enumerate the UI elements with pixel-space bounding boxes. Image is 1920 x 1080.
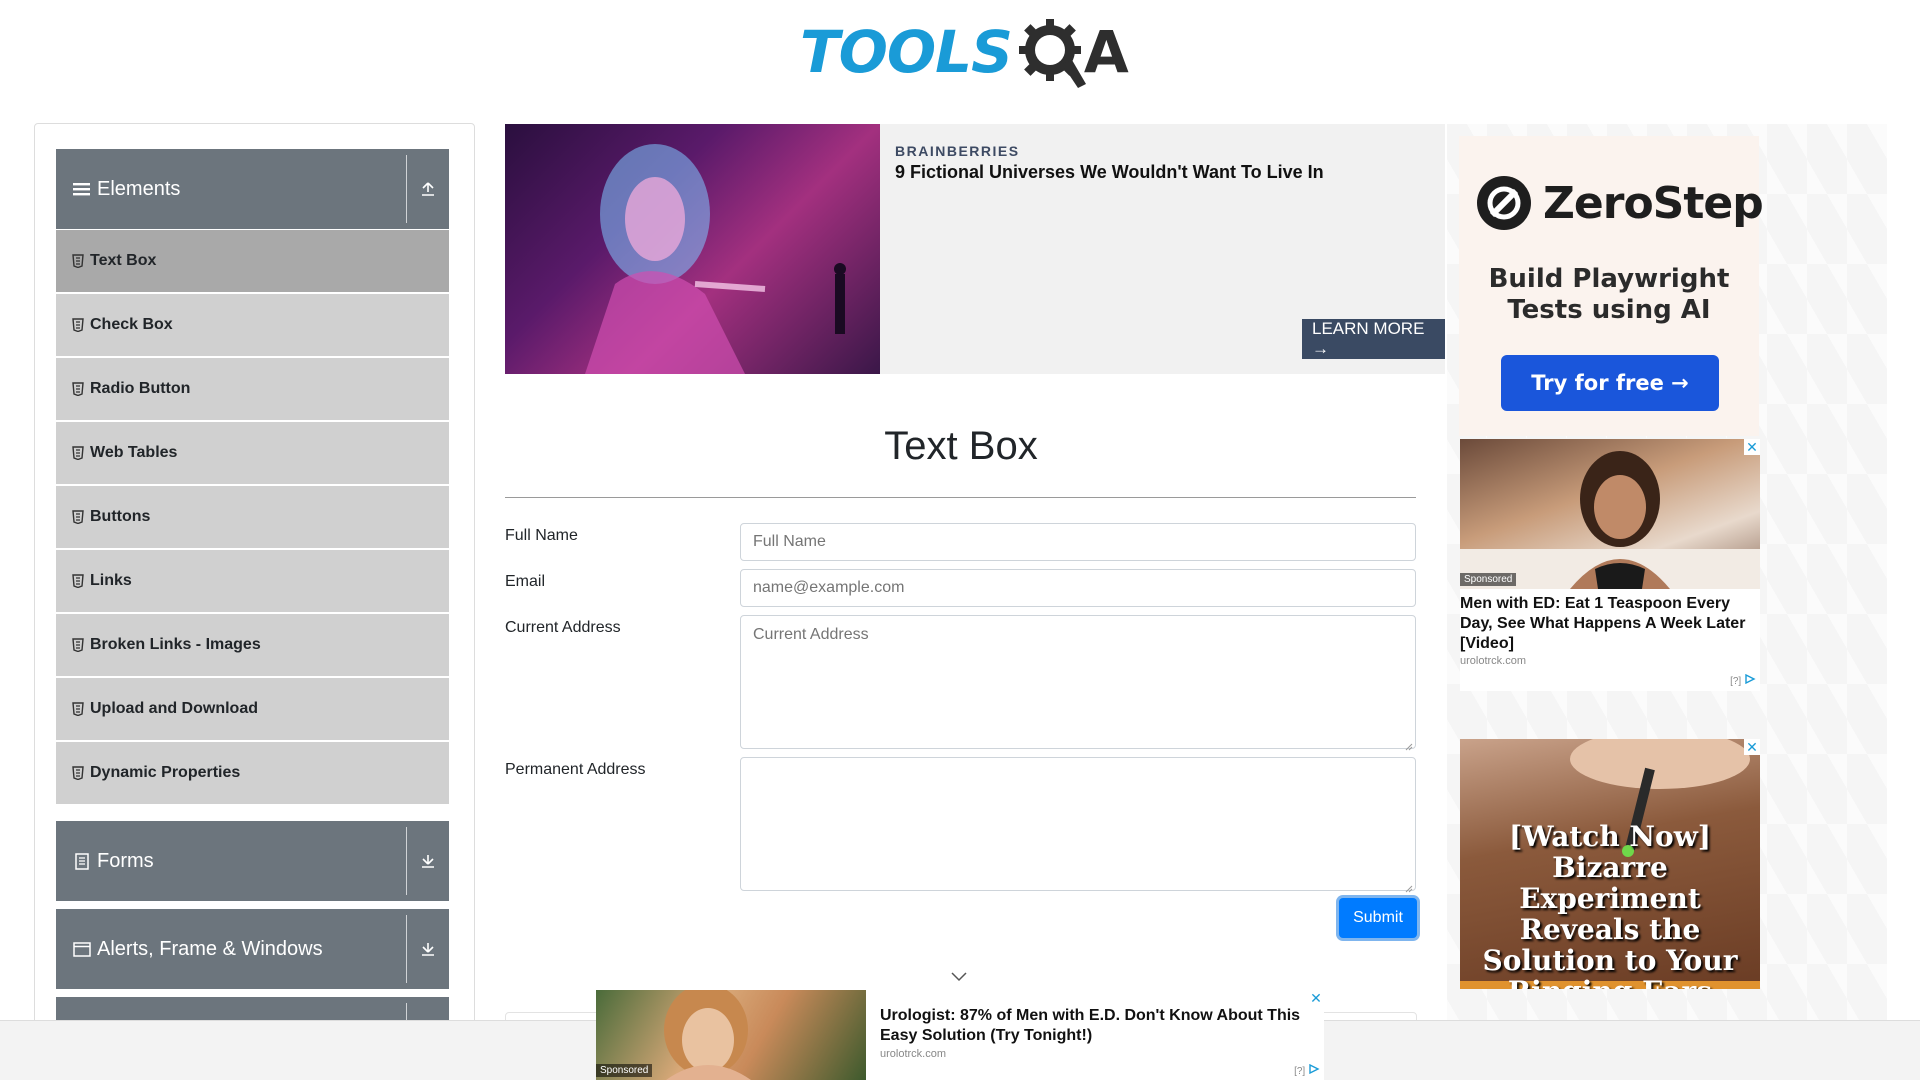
permanent-address-input[interactable] [741,758,1415,890]
ad-source: BRAINBERRIES [895,143,1020,159]
sidebar-item-label: Check Box [90,316,173,333]
current-address-input[interactable] [741,616,1415,748]
header: TOOLS A [0,0,1920,110]
sidebar-item-label: Text Box [90,252,157,269]
hamburger-icon [73,180,91,198]
ad-headline: [Watch Now] Bizarre Experiment Reveals t… [1460,821,1760,989]
sidebar-item-label: Links [90,572,132,589]
sponsored-badge: Sponsored [1460,573,1517,586]
adchoices-icon[interactable]: [?] [1730,673,1756,687]
full-name-label: Full Name [505,527,578,544]
ad-image [505,124,880,374]
email-label: Email [505,573,546,590]
sidebar-group-title: Alerts, Frame & Windows [97,937,323,960]
try-for-free-button[interactable]: Try for free → [1501,355,1719,411]
document-icon [73,852,91,870]
magnifier-gear-icon [1014,14,1090,90]
close-icon[interactable]: ✕ [1744,739,1760,755]
ad-image [1460,439,1760,589]
resize-handle-icon[interactable] [1405,880,1413,893]
logo-text: TOOLS [800,18,1013,86]
sidebar-item-label: Radio Button [90,380,191,397]
permanent-address-input-wrap[interactable] [740,757,1416,893]
chevron-down-icon[interactable] [950,970,968,982]
sidebar-item-links[interactable]: Links [56,550,449,612]
sidebar-item-label: Dynamic Properties [90,764,241,781]
full-name-input[interactable] [740,523,1416,561]
sidebar-item-radio-button[interactable]: Radio Button [56,358,449,420]
sidebar-item-label: Upload and Download [90,700,258,717]
html5-icon [72,574,84,589]
sidebar-group-elements[interactable]: Elements [56,149,449,229]
sidebar-item-dynamic-properties[interactable]: Dynamic Properties [56,742,449,804]
divider [505,497,1416,498]
download-arrow-icon[interactable] [407,821,449,901]
current-address-input-wrap[interactable] [740,615,1416,751]
html5-icon [72,446,84,461]
sidebar-item-check-box[interactable]: Check Box [56,294,449,356]
current-address-label: Current Address [505,619,621,636]
ad-headline-line: Bizarre Experiment [1519,851,1701,915]
zerostep-ad[interactable]: ZeroStep Build Playwright Tests using AI… [1459,136,1764,436]
sidebar-item-label: Web Tables [90,444,178,461]
logo-suffix: A [1083,18,1129,86]
sidebar-group-title: Elements [97,177,181,200]
ad-headline[interactable]: 9 Fictional Universes We Wouldn't Want T… [895,162,1324,183]
zerostep-logo-icon [1476,175,1532,231]
ad-headline-line: [Watch Now] [1508,820,1712,853]
bottom-sponsored-ad[interactable]: Sponsored Urologist: 87% of Men with E.D… [596,984,1324,1080]
resize-handle-icon[interactable] [1405,738,1413,751]
email-input[interactable] [740,569,1416,607]
html5-icon [72,638,84,653]
close-icon[interactable]: ✕ [1308,990,1324,1006]
html5-icon [72,382,84,397]
sidebar-item-label: Broken Links - Images [90,636,261,653]
ad-headline-line: Ringing Ears [1460,976,1760,989]
html5-icon [72,510,84,525]
close-icon[interactable]: ✕ [1744,439,1760,455]
sidebar: Elements Text Box Check Box Radio Button… [34,123,475,1080]
ad-domain: urolotrck.com [1460,655,1527,667]
html5-icon [72,318,84,333]
zerostep-tagline-line: Build Playwright [1488,264,1730,294]
sidebar-item-text-box[interactable]: Text Box [56,230,449,292]
top-ad-banner[interactable]: BRAINBERRIES 9 Fictional Universes We Wo… [505,124,1445,374]
html5-icon [72,702,84,717]
sidebar-item-broken-links-images[interactable]: Broken Links - Images [56,614,449,676]
adchoices-icon[interactable]: [?] [1294,1063,1320,1077]
page-title: Text Box [884,424,1038,468]
sidebar-item-web-tables[interactable]: Web Tables [56,422,449,484]
sidebar-group-title: Forms [97,849,154,872]
submit-button[interactable]: Submit [1339,898,1417,938]
adchoices-label: [?] [1730,676,1742,687]
ad-domain: urolotrck.com [880,1048,947,1060]
download-arrow-icon[interactable] [407,909,449,989]
ad-headline-line: Reveals the [1519,913,1701,946]
permanent-address-label: Permanent Address [505,761,646,778]
sponsored-ad-ed[interactable]: ✕ Sponsored Men with ED: Eat 1 Teaspoon … [1460,439,1760,691]
html5-icon [72,254,84,269]
window-icon [73,940,91,958]
ad-headline[interactable]: Men with ED: Eat 1 Teaspoon Every Day, S… [1460,594,1760,654]
sponsored-badge: Sponsored [596,1064,653,1077]
adchoices-label: [?] [1294,1066,1306,1077]
sidebar-item-upload-and-download[interactable]: Upload and Download [56,678,449,740]
zerostep-tagline-line: Tests using AI [1507,295,1711,325]
sponsored-ad-ears[interactable]: ✕ [Watch Now] Bizarre Experiment Reveals… [1460,739,1760,989]
zerostep-tagline: Build Playwright Tests using AI [1459,264,1759,326]
toolsqa-logo[interactable]: TOOLS A [800,14,1129,90]
upload-arrow-icon[interactable] [407,149,449,229]
sidebar-item-label: Buttons [90,508,151,525]
sidebar-item-buttons[interactable]: Buttons [56,486,449,548]
zerostep-brand: ZeroStep [1543,178,1764,229]
sidebar-group-forms[interactable]: Forms [56,821,449,901]
sidebar-group-alerts-frame-windows[interactable]: Alerts, Frame & Windows [56,909,449,989]
ad-headline[interactable]: Urologist: 87% of Men with E.D. Don't Kn… [880,1006,1310,1046]
learn-more-button[interactable]: LEARN MORE → [1302,319,1445,359]
ad-headline-line: Solution to Your [1482,944,1738,977]
html5-icon [72,766,84,781]
